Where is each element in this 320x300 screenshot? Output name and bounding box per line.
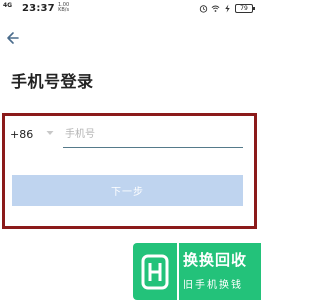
back-arrow-icon[interactable] — [6, 30, 20, 46]
watermark-title: 换换回收 — [183, 251, 248, 269]
country-code-label: +86 — [10, 127, 34, 141]
alarm-icon — [199, 5, 208, 13]
net-speed: 1.00 KB/s — [58, 3, 69, 13]
charging-icon — [225, 4, 230, 13]
signal-indicator: 4G — [3, 2, 13, 9]
watermark-subtitle: 旧手机换钱 — [183, 280, 243, 291]
status-bar: 4G 23:37 1.00 KB/s 79 — [0, 0, 261, 20]
next-button[interactable]: 下一步 — [12, 175, 243, 206]
net-speed-unit: KB/s — [58, 7, 70, 13]
status-time: 23:37 — [22, 3, 55, 14]
country-code-selector[interactable]: +86 — [10, 126, 55, 142]
watermark-logo: 换换回收 旧手机换钱 — [133, 243, 261, 300]
chevron-down-icon — [46, 131, 54, 135]
h-logo-icon — [141, 254, 169, 289]
watermark-text: 换换回收 旧手机换钱 — [179, 243, 261, 300]
page-title: 手机号登录 — [11, 72, 94, 91]
watermark-badge — [133, 243, 177, 300]
battery-icon: 79 — [235, 4, 255, 13]
phone-input-container — [63, 122, 243, 148]
phone-number-input[interactable] — [63, 122, 243, 147]
status-icons: 79 — [199, 4, 255, 13]
wifi-icon — [211, 5, 220, 12]
